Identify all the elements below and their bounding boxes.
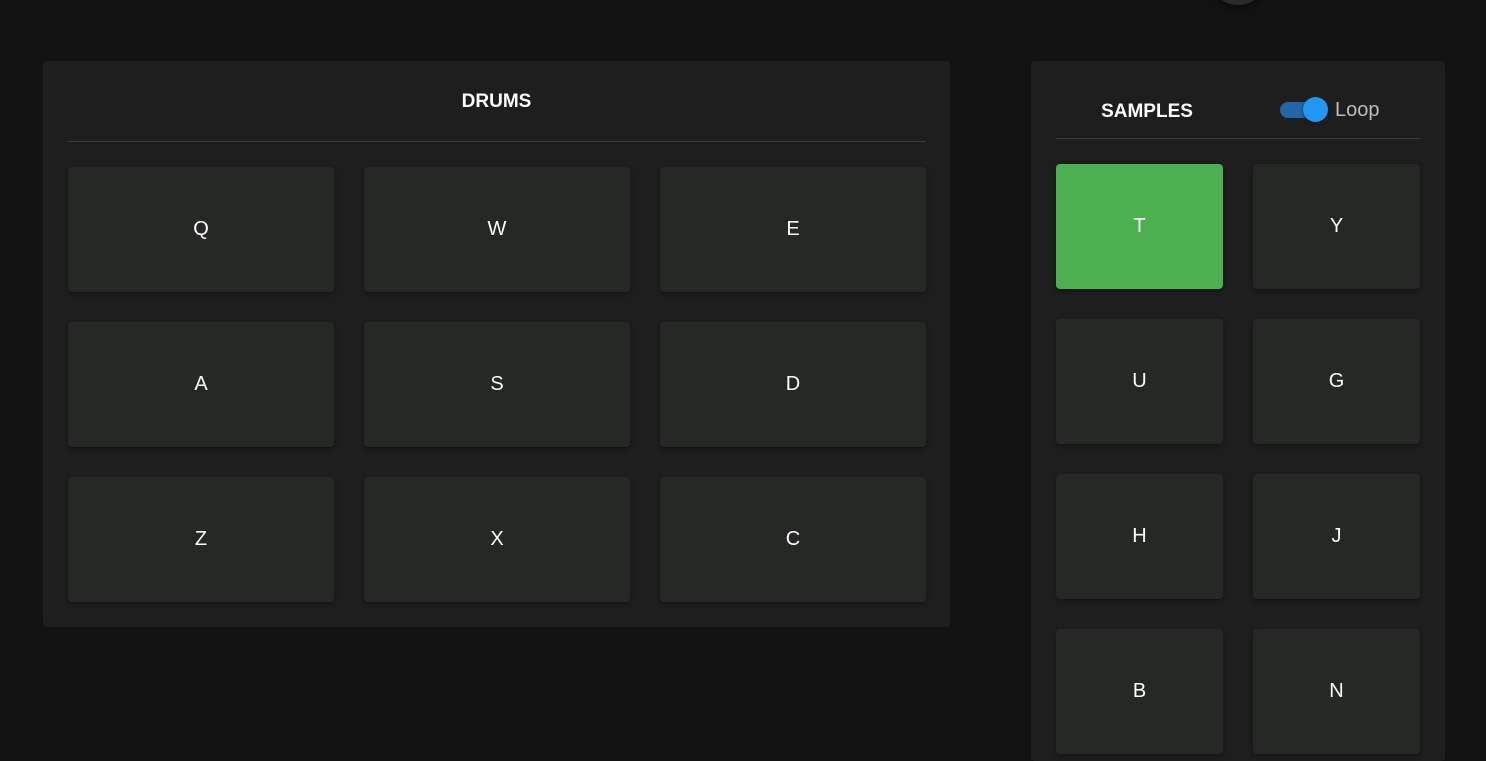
sample-pad-n[interactable]: N — [1253, 629, 1420, 754]
drums-panel: DRUMS Q W E A S D Z X C — [43, 61, 950, 627]
drum-pad-e[interactable]: E — [660, 167, 926, 292]
drum-pad-d[interactable]: D — [660, 322, 926, 447]
sample-pad-b[interactable]: B — [1056, 629, 1223, 754]
drums-divider — [68, 141, 926, 142]
loop-toggle-knob[interactable] — [1303, 97, 1328, 122]
drum-pad-q[interactable]: Q — [68, 167, 334, 292]
samples-panel: SAMPLES Loop T Y U G H J B N — [1031, 61, 1445, 761]
drum-pad-c[interactable]: C — [660, 477, 926, 602]
loop-label: Loop — [1335, 99, 1380, 121]
sample-pad-u[interactable]: U — [1056, 319, 1223, 444]
drum-pad-s[interactable]: S — [364, 322, 630, 447]
drum-pad-z[interactable]: Z — [68, 477, 334, 602]
sample-pad-j[interactable]: J — [1253, 474, 1420, 599]
sample-pad-y[interactable]: Y — [1253, 164, 1420, 289]
drum-pad-a[interactable]: A — [68, 322, 334, 447]
sample-pad-h[interactable]: H — [1056, 474, 1223, 599]
samples-divider — [1056, 138, 1420, 139]
sample-pad-t[interactable]: T — [1056, 164, 1223, 289]
samples-title: SAMPLES — [1101, 101, 1193, 122]
sample-pad-g[interactable]: G — [1253, 319, 1420, 444]
drums-title: DRUMS — [461, 91, 532, 112]
top-control-button[interactable] — [1208, 0, 1268, 5]
drum-pad-x[interactable]: X — [364, 477, 630, 602]
drum-pad-w[interactable]: W — [364, 167, 630, 292]
